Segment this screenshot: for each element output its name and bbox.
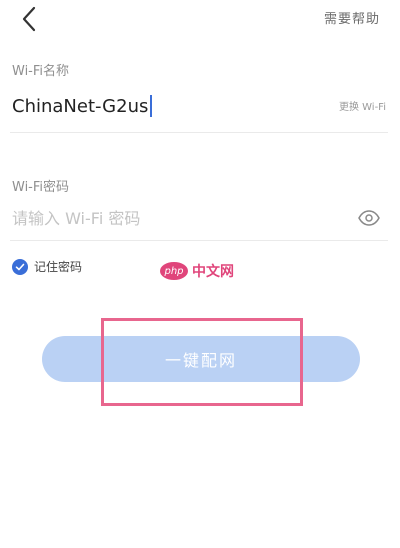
text-caret (150, 95, 153, 117)
eye-icon (358, 210, 380, 226)
change-wifi-link[interactable]: 更换 Wi-Fi (339, 98, 386, 113)
back-button[interactable] (14, 4, 46, 34)
toggle-password-visibility-button[interactable] (358, 210, 380, 226)
watermark-logo: php 中文网 (160, 261, 234, 281)
wifi-password-label: Wi-Fi密码 (12, 180, 70, 195)
checkbox-checked-icon[interactable] (12, 258, 28, 275)
remember-password-toggle[interactable]: 记住密码 (12, 258, 82, 275)
remember-password-label: 记住密码 (34, 260, 83, 274)
chevron-left-icon (22, 6, 36, 32)
wifi-name-label: Wi-Fi名称 (12, 64, 70, 79)
divider (10, 132, 388, 133)
help-link[interactable]: 需要帮助 (324, 8, 380, 27)
wifi-name-value: ChinaNet-G2us (12, 95, 149, 117)
watermark-badge: php (160, 262, 188, 280)
wifi-name-field[interactable]: ChinaNet-G2us (12, 95, 153, 117)
wifi-password-input[interactable] (12, 205, 342, 231)
one-click-connect-button[interactable]: 一键配网 (42, 336, 360, 382)
check-icon (15, 263, 25, 270)
divider (10, 240, 388, 241)
watermark-text: 中文网 (192, 264, 234, 280)
